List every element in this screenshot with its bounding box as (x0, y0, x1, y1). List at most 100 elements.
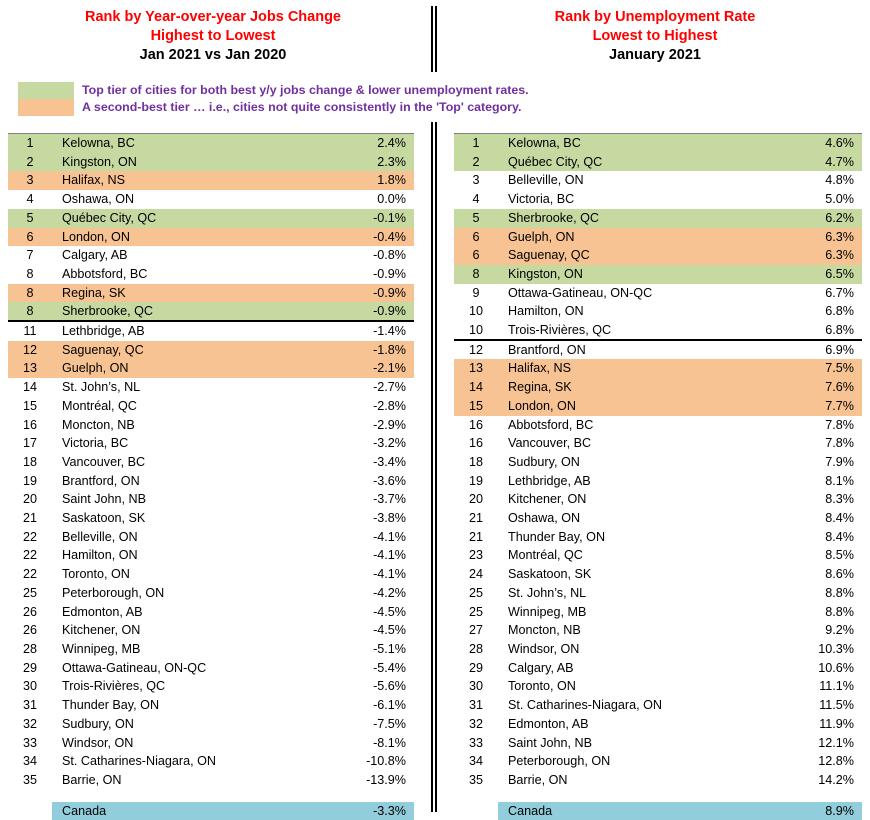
cell-city: Abbotsford, BC (62, 266, 148, 281)
table-row: 31 Thunder Bay, ON -6.1% (8, 696, 414, 715)
cell-city: Calgary, AB (508, 660, 574, 675)
cell-value: -2.8% (373, 398, 406, 413)
cell-rank: 5 (8, 208, 52, 228)
cell-rank: 11 (23, 324, 37, 339)
summary-value: -3.3% (332, 801, 414, 820)
jobs-change-table: 1 Kelowna, BC 2.4% 2 Kingston, ON 2.3% 3 Halifa… (8, 133, 414, 820)
cell-rank: 8 (454, 264, 498, 284)
table-row: 28 Windsor, ON 10.3% (454, 640, 862, 659)
cell-value: -0.8% (373, 248, 406, 263)
cell-city: Sherbrooke, QC (498, 208, 786, 228)
cell-rank: 3 (472, 173, 480, 188)
right-subtitle: January 2021 (609, 47, 701, 63)
cell-value: -6.1% (373, 698, 406, 713)
cell-city: Kelowna, BC (52, 133, 333, 153)
table-row: 11 Lethbridge, AB -1.4% (8, 322, 414, 341)
table-row: 15 Montréal, QC -2.8% (8, 397, 414, 416)
table-row: 1 Kelowna, BC 2.4% (8, 133, 414, 153)
cell-rank: 28 (468, 641, 483, 656)
cell-value: 8.4% (825, 529, 854, 544)
table-row: 29 Ottawa-Gatineau, ON-QC -5.4% (8, 659, 414, 678)
table-row: 14 Regina, SK 7.6% (454, 378, 862, 397)
cell-rank: 16 (468, 417, 483, 432)
cell-rank: 12 (8, 340, 52, 360)
table-row: 33 Windsor, ON -8.1% (8, 734, 414, 753)
cell-city: Saguenay, QC (52, 340, 333, 360)
left-subtitle: Jan 2021 vs Jan 2020 (139, 47, 287, 63)
table-row: 23 Montréal, QC 8.5% (454, 546, 862, 565)
center-divider-top (431, 6, 437, 72)
right-title-line2: Lowest to Highest (592, 28, 718, 44)
cell-value: 11.5% (819, 698, 854, 713)
cell-city: Moncton, NB (508, 623, 581, 638)
cell-city: Toronto, ON (62, 567, 130, 582)
cell-rank: 21 (22, 511, 37, 526)
cell-value: -3.4% (373, 454, 406, 469)
cell-city: Oshawa, ON (62, 192, 135, 207)
cell-city: Kingston, ON (52, 152, 333, 172)
left-title-line2: Highest to Lowest (150, 28, 276, 44)
cell-value: 7.8% (825, 436, 854, 451)
cell-rank: 34 (468, 754, 483, 769)
cell-value: 8.1% (825, 473, 854, 488)
cell-rank: 31 (468, 698, 483, 713)
cell-city: Hamilton, ON (62, 548, 138, 563)
cell-value: 7.5% (785, 359, 862, 379)
cell-city: Sudbury, ON (508, 454, 580, 469)
cell-rank: 21 (468, 529, 483, 544)
cell-value: 6.8% (825, 304, 854, 319)
cell-city: Saguenay, QC (498, 246, 786, 265)
table-row: 8 Regina, SK -0.9% (8, 283, 414, 303)
cell-city: Halifax, NS (498, 359, 786, 379)
table-row: 4 Oshawa, ON 0.0% (8, 190, 414, 209)
cell-value: -4.5% (373, 604, 406, 619)
table-row: 10 Hamilton, ON 6.8% (454, 302, 862, 321)
cell-city: Ottawa-Gatineau, ON-QC (508, 285, 653, 300)
cell-value: -4.1% (373, 548, 406, 563)
cell-value: -5.6% (373, 679, 406, 694)
cell-rank: 3 (8, 171, 52, 191)
cell-value: 6.5% (785, 264, 862, 284)
cell-value: -2.7% (373, 380, 406, 395)
cell-value: -0.4% (332, 227, 414, 247)
cell-value: 10.3% (818, 641, 854, 656)
cell-city: Sudbury, ON (62, 716, 134, 731)
cell-value: 8.4% (825, 511, 854, 526)
cell-value: 11.9% (819, 716, 854, 731)
unemployment-rate-table-wrapper: 1 Kelowna, BC 4.6% 2 Québec City, QC 4.7% 3 Bel… (454, 133, 862, 820)
summary-rank-cell (454, 802, 498, 820)
table-spacer-row (8, 790, 414, 802)
cell-city: Victoria, BC (508, 192, 575, 207)
table-row: 7 Calgary, AB -0.8% (8, 246, 414, 265)
cell-rank: 9 (472, 285, 480, 300)
cell-rank: 1 (454, 133, 498, 153)
cell-value: -0.9% (373, 266, 406, 281)
table-row: 25 St. John’s, NL 8.8% (454, 584, 862, 603)
cell-rank: 16 (468, 436, 483, 451)
summary-label: Canada (52, 801, 333, 820)
cell-value: 11.1% (819, 679, 854, 694)
cell-value: -1.8% (332, 340, 414, 360)
table-row: 6 Saguenay, QC 6.3% (454, 246, 862, 265)
cell-rank: 14 (22, 380, 37, 395)
cell-city: Vancouver, BC (508, 436, 592, 451)
cell-value: -1.4% (373, 324, 406, 339)
cell-value: -7.5% (373, 716, 406, 731)
cell-rank: 24 (468, 567, 483, 582)
cell-value: 8.3% (825, 492, 854, 507)
cell-rank: 32 (468, 716, 483, 731)
cell-rank: 13 (454, 359, 498, 379)
cell-rank: 22 (22, 529, 37, 544)
cell-city: Saskatoon, SK (62, 511, 146, 526)
cell-rank: 25 (468, 604, 483, 619)
table-row: 30 Toronto, ON 11.1% (454, 677, 862, 696)
table-row: 33 Saint John, NB 12.1% (454, 734, 862, 753)
cell-value: 4.7% (785, 152, 862, 172)
table-row: 22 Hamilton, ON -4.1% (8, 546, 414, 565)
legend-swatch-orange-icon (18, 99, 74, 116)
cell-city: Abbotsford, BC (508, 417, 594, 432)
cell-value: 10.6% (818, 660, 854, 675)
cell-rank: 29 (468, 660, 483, 675)
cell-value: 12.8% (818, 754, 854, 769)
cell-city: Peterborough, ON (62, 585, 165, 600)
